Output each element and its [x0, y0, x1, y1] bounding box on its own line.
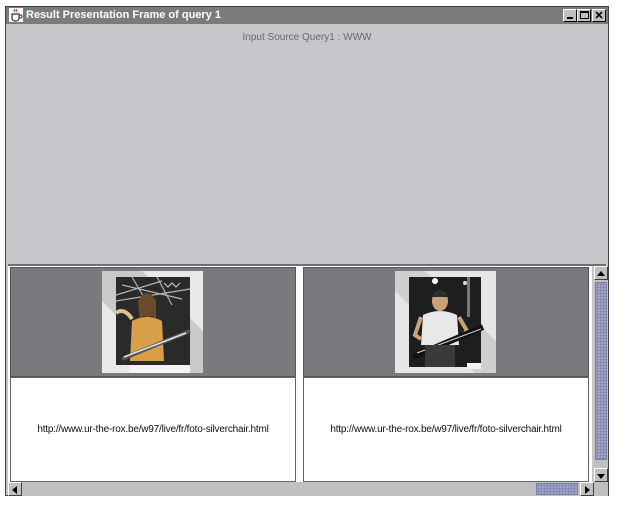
source-label: Input Source Query1 : WWW [242, 32, 372, 43]
scrollbar-corner [594, 482, 608, 496]
scroll-up-button[interactable] [594, 266, 608, 280]
scroll-down-button[interactable] [594, 468, 608, 482]
left-arrow-icon [12, 486, 17, 494]
close-button[interactable] [592, 9, 606, 22]
query-source-panel: Input Source Query1 : WWW [8, 25, 606, 264]
result-presentation-window: Result Presentation Frame of query 1 Inp… [5, 6, 609, 496]
close-icon [595, 11, 603, 19]
horizontal-scrollbar[interactable] [8, 482, 594, 496]
maximize-button[interactable] [577, 9, 591, 22]
minimize-icon [567, 17, 573, 19]
result-url[interactable]: http://www.ur-the-rox.be/w97/live/fr/fot… [11, 424, 295, 435]
result-url[interactable]: http://www.ur-the-rox.be/w97/live/fr/fot… [304, 424, 588, 435]
up-arrow-icon [597, 271, 605, 276]
title-bar[interactable]: Result Presentation Frame of query 1 [6, 7, 608, 24]
horizontal-scroll-thumb[interactable] [536, 483, 578, 495]
right-arrow-icon [585, 486, 590, 494]
result-image-cell[interactable] [303, 267, 589, 377]
scroll-right-button[interactable] [580, 482, 594, 496]
concert-photo-guitarist-long-hair [102, 271, 203, 373]
result-caption-cell[interactable]: http://www.ur-the-rox.be/w97/live/fr/fot… [303, 377, 589, 482]
result-caption-cell[interactable]: http://www.ur-the-rox.be/w97/live/fr/fot… [10, 377, 296, 482]
window-title: Result Presentation Frame of query 1 [26, 9, 221, 21]
maximize-icon [580, 11, 589, 19]
result-image-cell[interactable] [10, 267, 296, 377]
minimize-button[interactable] [563, 9, 577, 22]
results-grid: http://www.ur-the-rox.be/w97/live/fr/fot… [8, 266, 592, 485]
concert-photo-guitarist-short-hair [395, 271, 496, 373]
scroll-left-button[interactable] [8, 482, 22, 496]
vertical-scroll-thumb[interactable] [595, 282, 607, 460]
down-arrow-icon [597, 474, 605, 479]
vertical-scrollbar[interactable] [594, 266, 608, 482]
java-coffee-cup-icon [9, 8, 23, 22]
